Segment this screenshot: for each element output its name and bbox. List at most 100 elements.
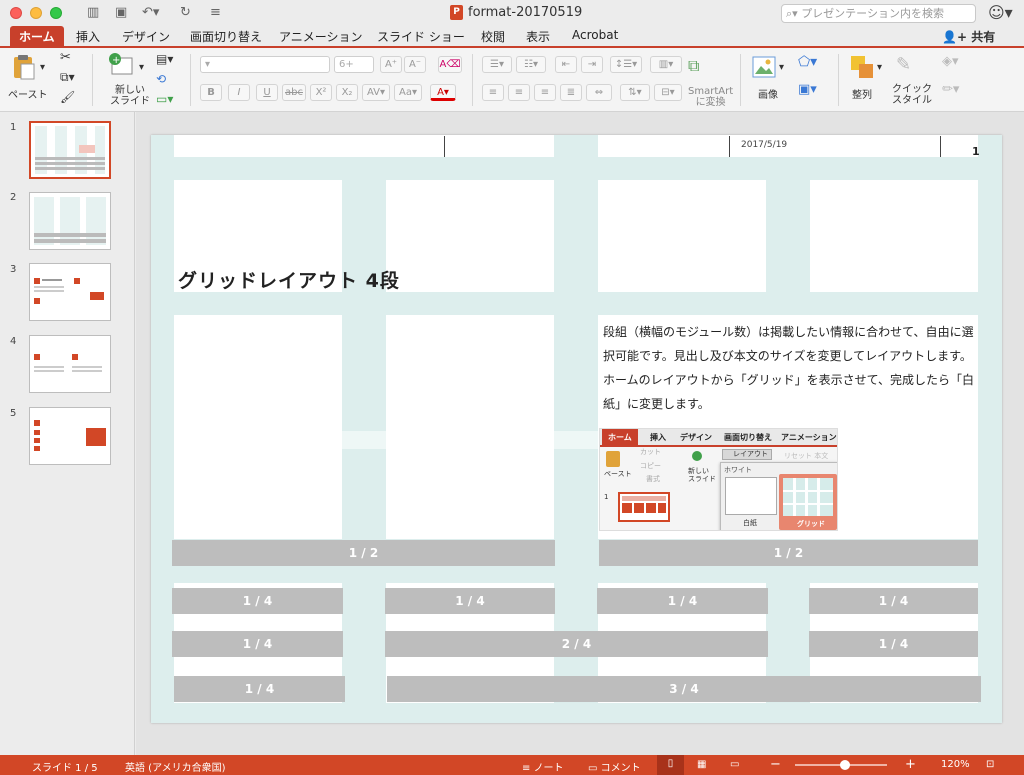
reset-icon[interactable]: ⟲ [156, 72, 166, 86]
slide-thumbnail-5[interactable] [29, 407, 111, 465]
cut-icon[interactable]: ✂ [60, 50, 71, 65]
superscript-button[interactable]: X² [310, 84, 332, 101]
shrink-font-button[interactable]: A⁻ [404, 56, 426, 73]
shape-fill-icon[interactable]: ◈▾ [942, 54, 959, 69]
slide-thumbnail-1[interactable] [29, 121, 111, 179]
tab-insert[interactable]: 挿入 [76, 28, 100, 45]
decrease-indent-button[interactable]: ⇤ [555, 56, 577, 73]
zoom-window-button[interactable] [50, 7, 62, 19]
thumbnail-number: 3 [10, 264, 17, 275]
line-spacing-button[interactable]: ↕☰▾ [610, 56, 642, 73]
arrange-dropdown-icon[interactable]: ▾ [877, 62, 882, 73]
notes-button[interactable]: ≡ ノート [522, 759, 564, 774]
font-color-button[interactable]: A▾ [430, 84, 456, 101]
grid-bar-quarter: 1 / 4 [174, 676, 345, 702]
new-slide-icon[interactable]: + [108, 53, 134, 79]
status-bar: スライド 1 / 5 英語 (アメリカ合衆国) ≡ ノート ▭ コメント ▯ ▦… [0, 755, 1024, 775]
slide-thumbnail-3[interactable] [29, 263, 111, 321]
redo-icon[interactable]: ↻ [180, 5, 191, 20]
image-dropdown-icon[interactable]: ▾ [779, 62, 784, 73]
thumbnail-number: 2 [10, 192, 17, 203]
slide-title[interactable]: グリッドレイアウト 4段 [178, 266, 400, 293]
justify-button[interactable]: ≣ [560, 84, 582, 101]
slide-body-text[interactable]: 段組（横幅のモジュール数）は掲載したい情報に合わせて、自由に選択可能です。見出し… [603, 320, 978, 416]
reading-view-icon[interactable]: ▭ [730, 759, 739, 770]
font-family-select[interactable]: ▾ [200, 56, 330, 73]
slide-thumbnail-4[interactable] [29, 335, 111, 393]
change-case-button[interactable]: Aa▾ [394, 84, 422, 101]
shapes-icon[interactable]: ⬠▾ [798, 54, 817, 70]
grow-font-button[interactable]: A⁺ [380, 56, 402, 73]
text-direction-button[interactable]: ⇅▾ [620, 84, 650, 101]
arrange-icon[interactable] [850, 55, 874, 79]
embedded-screenshot[interactable]: ホーム 挿入 デザイン 画面切り替え アニメーション ペースト カット コピー … [599, 428, 838, 531]
numbering-button[interactable]: ☷▾ [516, 56, 546, 73]
bold-button[interactable]: B [200, 84, 222, 101]
increase-indent-button[interactable]: ⇥ [581, 56, 603, 73]
share-button[interactable]: 👤+ 共有 [942, 28, 995, 45]
new-slide-dropdown-icon[interactable]: ▾ [139, 62, 144, 73]
text-box-icon[interactable]: ▣▾ [798, 82, 817, 97]
format-painter-icon[interactable]: 🖌 [60, 90, 75, 104]
notes-label: ノート [533, 763, 564, 774]
title-bar: ▥ ▣ ↶▾ ↻ ≡ P format-20170519 ⌕▾ プレゼンテーショ… [0, 0, 1024, 26]
tab-design[interactable]: デザイン [122, 28, 170, 45]
zoom-out-icon[interactable]: − [770, 757, 781, 772]
tab-slideshow[interactable]: スライド ショー [377, 28, 465, 45]
align-center-button[interactable]: ≡ [508, 84, 530, 101]
smartart-icon[interactable]: ⧉ [688, 56, 699, 76]
save-icon[interactable]: ▣ [115, 5, 127, 20]
section-icon[interactable]: ▭▾ [156, 92, 173, 106]
align-left-button[interactable]: ≡ [482, 84, 504, 101]
slide-thumbnail-2[interactable] [29, 192, 111, 250]
strikethrough-button[interactable]: abc [282, 84, 306, 101]
comments-button[interactable]: ▭ コメント [588, 759, 641, 774]
image-label: 画像 [758, 90, 778, 101]
close-window-button[interactable] [10, 7, 22, 19]
customize-toolbar-icon[interactable]: ≡ [210, 5, 221, 20]
bullets-button[interactable]: ☰▾ [482, 56, 512, 73]
slide-sorter-icon[interactable]: ▦ [697, 759, 706, 770]
zoom-slider-thumb[interactable] [840, 760, 850, 770]
tab-transitions[interactable]: 画面切り替え [190, 28, 262, 45]
zoom-in-icon[interactable]: + [905, 757, 916, 772]
language-indicator[interactable]: 英語 (アメリカ合衆国) [125, 759, 225, 774]
feedback-smiley-icon[interactable]: ☺▾ [988, 3, 1013, 22]
tab-view[interactable]: 表示 [526, 28, 550, 45]
columns-button[interactable]: ▥▾ [650, 56, 682, 73]
distribute-button[interactable]: ⇔ [586, 84, 612, 101]
font-size-select[interactable]: 6+ [334, 56, 374, 73]
paste-dropdown-icon[interactable]: ▾ [40, 62, 45, 73]
tab-review[interactable]: 校閲 [481, 28, 505, 45]
shape-outline-icon[interactable]: ✏▾ [942, 82, 959, 97]
tab-home[interactable]: ホーム [10, 26, 64, 46]
align-right-button[interactable]: ≡ [534, 84, 556, 101]
emb-layout-dim: リセット 本文 [784, 452, 829, 460]
new-slide-label-1: 新しい [115, 85, 145, 96]
clear-format-button[interactable]: A⌫ [438, 56, 462, 73]
character-spacing-button[interactable]: AV▾ [362, 84, 390, 101]
sidebar-toggle-icon[interactable]: ▥ [87, 5, 99, 20]
fit-to-window-icon[interactable]: ⊡ [986, 759, 994, 770]
align-text-button[interactable]: ⊟▾ [654, 84, 682, 101]
minimize-window-button[interactable] [30, 7, 42, 19]
italic-button[interactable]: I [228, 84, 250, 101]
svg-text:+: + [112, 55, 120, 66]
tab-acrobat[interactable]: Acrobat [572, 28, 618, 42]
emb-white-label: ホワイト [724, 466, 752, 474]
image-icon[interactable] [752, 56, 776, 78]
layout-icon[interactable]: ▤▾ [156, 52, 173, 66]
tab-animations[interactable]: アニメーション [279, 28, 363, 45]
paste-icon[interactable] [12, 54, 36, 80]
powerpoint-window: ▥ ▣ ↶▾ ↻ ≡ P format-20170519 ⌕▾ プレゼンテーショ… [0, 0, 1024, 775]
copy-icon[interactable]: ⧉▾ [60, 70, 75, 85]
subscript-button[interactable]: X₂ [336, 84, 358, 101]
comment-icon: ▭ [588, 763, 601, 774]
undo-icon[interactable]: ↶▾ [142, 5, 159, 20]
underline-button[interactable]: U [256, 84, 278, 101]
normal-view-icon[interactable]: ▯ [657, 755, 684, 775]
search-input[interactable]: ⌕▾ プレゼンテーション内を検索 [781, 4, 976, 23]
emb-tab-animations: アニメーション [781, 433, 837, 442]
zoom-level[interactable]: 120% [941, 759, 970, 770]
quick-style-icon[interactable]: ✎ [896, 54, 911, 75]
